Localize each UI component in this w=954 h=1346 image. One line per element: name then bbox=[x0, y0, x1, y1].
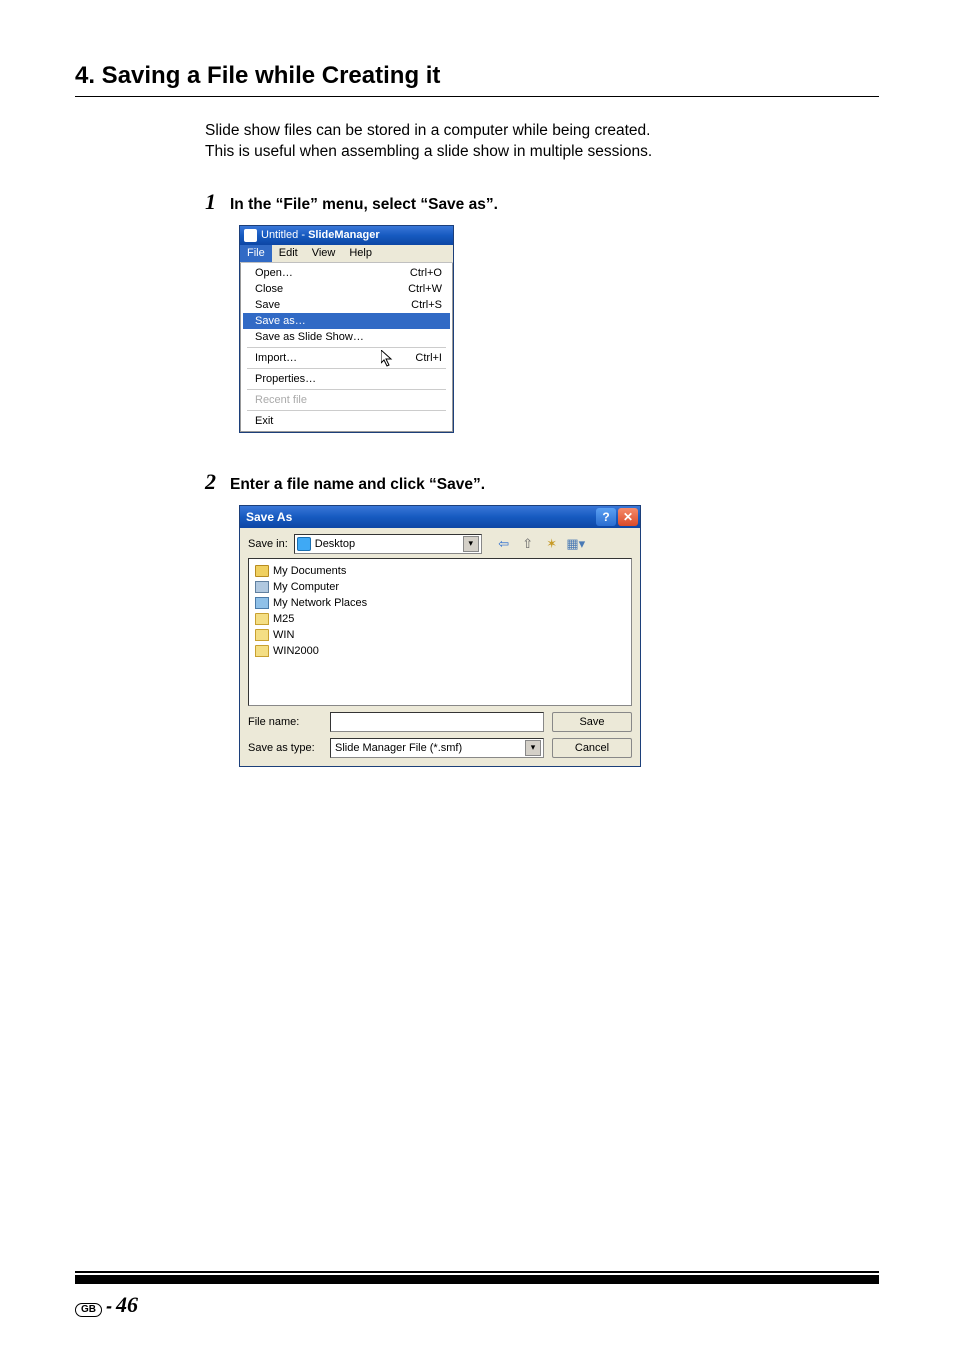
file-list[interactable]: My Documents My Computer My Network Places… bbox=[248, 558, 632, 706]
region-badge: GB bbox=[75, 1303, 102, 1317]
folder-icon bbox=[255, 645, 269, 657]
up-one-level-icon[interactable]: ⇧ bbox=[518, 534, 538, 554]
menu-import[interactable]: Import… Ctrl+I bbox=[243, 350, 450, 366]
menu-close[interactable]: Close Ctrl+W bbox=[243, 281, 450, 297]
list-item-label: My Network Places bbox=[273, 597, 367, 609]
menu-separator bbox=[247, 347, 446, 348]
list-item[interactable]: My Documents bbox=[255, 563, 625, 579]
saveastype-value: Slide Manager File (*.smf) bbox=[335, 742, 462, 754]
save-in-value: Desktop bbox=[315, 538, 355, 550]
list-item[interactable]: My Computer bbox=[255, 579, 625, 595]
step-1-text: In the “File” menu, select “Save as”. bbox=[230, 196, 498, 214]
new-folder-icon[interactable]: ✶ bbox=[542, 534, 562, 554]
intro-line-1: Slide show files can be stored in a comp… bbox=[205, 121, 879, 142]
menu-properties[interactable]: Properties… bbox=[243, 371, 450, 387]
menu-save-shortcut: Ctrl+S bbox=[411, 299, 442, 311]
menu-separator bbox=[247, 368, 446, 369]
step-1-number: 1 bbox=[205, 189, 216, 215]
menubar-file[interactable]: File bbox=[240, 245, 272, 262]
step-2: 2 Enter a file name and click “Save”. bbox=[205, 469, 879, 495]
menu-recent-label: Recent file bbox=[255, 394, 307, 406]
views-icon[interactable]: ▦▾ bbox=[566, 534, 586, 554]
menubar: File Edit View Help bbox=[240, 245, 453, 263]
menu-close-label: Close bbox=[255, 283, 283, 295]
menu-open-shortcut: Ctrl+O bbox=[410, 267, 442, 279]
list-item[interactable]: WIN2000 bbox=[255, 643, 625, 659]
save-as-dialog: Save As ? ✕ Save in: Desktop ▾ ⇦ ⇧ ✶ ▦▾ bbox=[239, 505, 641, 767]
slidemanager-window: Untitled - SlideManager File Edit View H… bbox=[239, 225, 454, 433]
footer-rule-thick bbox=[75, 1275, 879, 1284]
filename-input[interactable] bbox=[330, 712, 544, 732]
saveastype-label: Save as type: bbox=[248, 742, 322, 754]
menu-open-label: Open… bbox=[255, 267, 293, 279]
folder-icon bbox=[255, 613, 269, 625]
list-item-label: My Computer bbox=[273, 581, 339, 593]
list-item-label: M25 bbox=[273, 613, 294, 625]
page-dash: - bbox=[106, 1296, 112, 1317]
dialog-titlebar: Save As ? ✕ bbox=[240, 506, 640, 528]
back-icon[interactable]: ⇦ bbox=[494, 534, 514, 554]
menu-saveas-label: Save as… bbox=[255, 315, 306, 327]
menu-recent-file: Recent file bbox=[243, 392, 450, 408]
menu-separator bbox=[247, 389, 446, 390]
list-item-label: My Documents bbox=[273, 565, 346, 577]
window-title: Untitled - SlideManager bbox=[261, 229, 380, 241]
step-2-number: 2 bbox=[205, 469, 216, 495]
menu-save-slideshow[interactable]: Save as Slide Show… bbox=[243, 329, 450, 345]
folder-icon bbox=[255, 629, 269, 641]
folder-special-icon bbox=[255, 565, 269, 577]
chevron-down-icon[interactable]: ▾ bbox=[463, 536, 479, 552]
section-heading: 4. Saving a File while Creating it bbox=[75, 62, 879, 90]
intro-paragraph: Slide show files can be stored in a comp… bbox=[205, 121, 879, 163]
menu-save[interactable]: Save Ctrl+S bbox=[243, 297, 450, 313]
list-item-label: WIN2000 bbox=[273, 645, 319, 657]
computer-icon bbox=[255, 581, 269, 593]
save-in-label: Save in: bbox=[248, 538, 288, 550]
menu-import-label: Import… bbox=[255, 352, 297, 364]
step-1: 1 In the “File” menu, select “Save as”. bbox=[205, 189, 879, 215]
cancel-button[interactable]: Cancel bbox=[552, 738, 632, 758]
cursor-icon bbox=[381, 350, 395, 368]
menu-import-shortcut: Ctrl+I bbox=[415, 352, 442, 364]
saveastype-dropdown[interactable]: Slide Manager File (*.smf) ▾ bbox=[330, 738, 544, 758]
list-item[interactable]: M25 bbox=[255, 611, 625, 627]
menu-properties-label: Properties… bbox=[255, 373, 316, 385]
heading-rule bbox=[75, 96, 879, 97]
network-icon bbox=[255, 597, 269, 609]
menu-exit[interactable]: Exit bbox=[243, 413, 450, 429]
menu-close-shortcut: Ctrl+W bbox=[408, 283, 442, 295]
page-footer: GB - 46 bbox=[0, 1271, 954, 1318]
menubar-help[interactable]: Help bbox=[342, 245, 379, 262]
help-button[interactable]: ? bbox=[596, 508, 616, 526]
footer-rule-thin bbox=[75, 1271, 879, 1273]
close-button[interactable]: ✕ bbox=[618, 508, 638, 526]
menubar-view[interactable]: View bbox=[305, 245, 343, 262]
dialog-title: Save As bbox=[246, 510, 292, 524]
menu-exit-label: Exit bbox=[255, 415, 273, 427]
save-button[interactable]: Save bbox=[552, 712, 632, 732]
title-app-name: SlideManager bbox=[308, 229, 380, 241]
menubar-edit[interactable]: Edit bbox=[272, 245, 305, 262]
title-doc-name: Untitled - bbox=[261, 229, 308, 241]
app-icon bbox=[244, 229, 257, 242]
save-in-dropdown[interactable]: Desktop ▾ bbox=[294, 534, 482, 554]
page-number: 46 bbox=[116, 1292, 138, 1318]
desktop-icon bbox=[297, 537, 311, 551]
step-2-text: Enter a file name and click “Save”. bbox=[230, 476, 485, 494]
menu-open[interactable]: Open… Ctrl+O bbox=[243, 265, 450, 281]
intro-line-2: This is useful when assembling a slide s… bbox=[205, 142, 879, 163]
menu-separator bbox=[247, 410, 446, 411]
list-item-label: WIN bbox=[273, 629, 294, 641]
filename-label: File name: bbox=[248, 716, 322, 728]
list-item[interactable]: My Network Places bbox=[255, 595, 625, 611]
menu-saveas[interactable]: Save as… bbox=[243, 313, 450, 329]
file-menu: Open… Ctrl+O Close Ctrl+W Save Ctrl+S Sa… bbox=[240, 263, 453, 432]
menu-save-label: Save bbox=[255, 299, 280, 311]
menu-save-slideshow-label: Save as Slide Show… bbox=[255, 331, 364, 343]
list-item[interactable]: WIN bbox=[255, 627, 625, 643]
chevron-down-icon[interactable]: ▾ bbox=[525, 740, 541, 756]
window-titlebar: Untitled - SlideManager bbox=[240, 226, 453, 245]
